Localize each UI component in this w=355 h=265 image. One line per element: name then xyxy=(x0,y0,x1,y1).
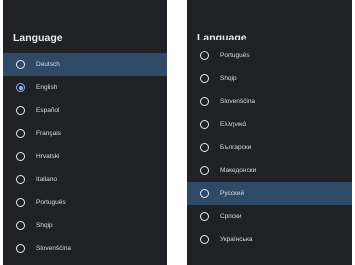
language-option[interactable]: English xyxy=(3,76,167,99)
radio-unchecked-icon[interactable] xyxy=(16,152,25,161)
radio-unchecked-icon[interactable] xyxy=(200,51,209,60)
panel-title: Language xyxy=(197,32,247,44)
panel-title: Language xyxy=(13,32,63,44)
language-panel-left: Language Deutsch English Español Français Hr… xyxy=(3,0,167,265)
language-option[interactable]: Русский xyxy=(187,182,352,205)
radio-unchecked-icon[interactable] xyxy=(200,235,209,244)
language-option-label: Italiano xyxy=(36,176,57,183)
radio-unchecked-icon[interactable] xyxy=(16,221,25,230)
language-option[interactable]: Македонски xyxy=(187,159,352,182)
language-option[interactable]: Shqip xyxy=(187,67,352,90)
language-option[interactable]: Български xyxy=(187,136,352,159)
language-option-label: Português xyxy=(36,199,66,206)
radio-unchecked-icon[interactable] xyxy=(200,166,209,175)
language-option-label: Español xyxy=(36,107,60,114)
radio-unchecked-icon[interactable] xyxy=(16,244,25,253)
language-option[interactable]: Ελληνικά xyxy=(187,113,352,136)
radio-checked-icon[interactable] xyxy=(16,83,25,92)
language-panel-right: Language Português Shqip Slovenščina Ελληνι… xyxy=(187,0,352,265)
language-list: Português Shqip Slovenščina Ελληνικά Българс… xyxy=(187,44,352,251)
radio-unchecked-icon[interactable] xyxy=(16,198,25,207)
language-option-label: Български xyxy=(220,144,252,151)
language-option[interactable]: Hrvatski xyxy=(3,145,167,168)
language-option[interactable]: Italiano xyxy=(3,168,167,191)
radio-unchecked-icon[interactable] xyxy=(200,212,209,221)
language-option-label: Français xyxy=(36,130,61,137)
radio-unchecked-icon[interactable] xyxy=(200,74,209,83)
language-option-label: Македонски xyxy=(220,167,257,174)
language-option-label: Ελληνικά xyxy=(220,121,247,128)
radio-unchecked-icon[interactable] xyxy=(200,97,209,106)
radio-unchecked-icon[interactable] xyxy=(16,129,25,138)
radio-unchecked-icon[interactable] xyxy=(200,189,209,198)
language-option[interactable]: Français xyxy=(3,122,167,145)
language-option-label: Русский xyxy=(220,190,245,197)
language-option-label: Português xyxy=(220,52,250,59)
language-option[interactable]: Español xyxy=(3,99,167,122)
language-option[interactable]: Српски xyxy=(187,205,352,228)
radio-unchecked-icon[interactable] xyxy=(200,143,209,152)
radio-unchecked-icon[interactable] xyxy=(200,120,209,129)
radio-unchecked-icon[interactable] xyxy=(16,175,25,184)
language-option[interactable]: Shqip xyxy=(3,214,167,237)
language-option-label: Slovenščina xyxy=(220,98,256,105)
language-option[interactable]: Português xyxy=(3,191,167,214)
language-option-label: English xyxy=(36,84,58,91)
language-option-label: Српски xyxy=(220,213,242,220)
language-option[interactable]: Slovenščina xyxy=(3,237,167,260)
language-list: Deutsch English Español Français Hrvatski Ita… xyxy=(3,53,167,260)
language-option-label: Shqip xyxy=(36,222,53,229)
language-option[interactable]: Português xyxy=(187,44,352,67)
language-option-label: Shqip xyxy=(220,75,237,82)
language-option-label: Deutsch xyxy=(36,61,60,68)
radio-unchecked-icon[interactable] xyxy=(16,106,25,115)
language-option-label: Slovenščina xyxy=(36,245,72,252)
language-option-label: Українська xyxy=(220,236,253,243)
radio-unchecked-icon[interactable] xyxy=(16,60,25,69)
language-option[interactable]: Українська xyxy=(187,228,352,251)
language-option[interactable]: Slovenščina xyxy=(187,90,352,113)
language-option[interactable]: Deutsch xyxy=(3,53,167,76)
language-option-label: Hrvatski xyxy=(36,153,60,160)
